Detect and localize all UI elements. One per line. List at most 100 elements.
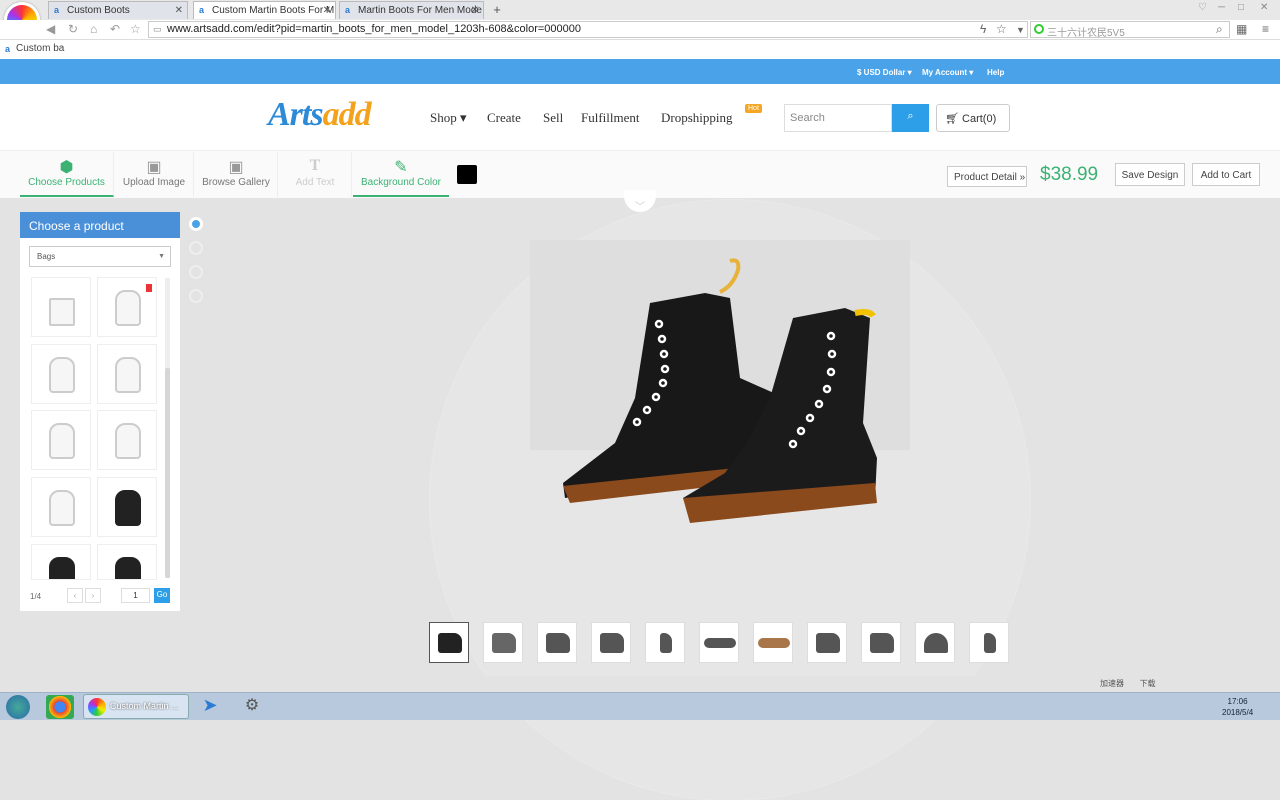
tab-custom-boots[interactable]: a Custom Boots ✕ xyxy=(48,1,188,19)
minimize-icon[interactable]: ─ xyxy=(1218,2,1225,13)
refresh-icon[interactable]: ↻ xyxy=(68,22,78,36)
nav-create[interactable]: Create xyxy=(487,110,521,126)
search-icon: ⌕ xyxy=(907,110,914,122)
undo-icon[interactable]: ↶ xyxy=(110,22,120,36)
currency-selector[interactable]: $ USD Dollar ▾ xyxy=(857,68,912,77)
page-indicator: 1/4 xyxy=(30,592,42,601)
nav-fulfillment[interactable]: Fulfillment xyxy=(581,110,640,126)
tote-bag-icon xyxy=(49,298,75,326)
bookmark-star-icon[interactable]: ☆ xyxy=(996,22,1007,36)
maximize-icon[interactable]: □ xyxy=(1238,2,1244,13)
boot-view-icon xyxy=(492,633,516,653)
help-link[interactable]: Help xyxy=(987,68,1004,77)
save-design-button[interactable]: Save Design xyxy=(1115,163,1185,186)
page-number-input[interactable]: 1 xyxy=(121,588,150,603)
apps-icon[interactable]: ▦ xyxy=(1236,22,1247,36)
tool-choose-products[interactable]: ⬢ Choose Products xyxy=(20,152,114,197)
url-bar[interactable]: ▭ www.artsadd.com/edit?pid=martin_boots_f… xyxy=(148,21,1028,38)
back-icon[interactable]: ◀ xyxy=(46,22,55,36)
view-thumb-3[interactable] xyxy=(537,622,577,663)
start-button-icon[interactable] xyxy=(6,695,30,719)
product-thumb-backpack-5[interactable] xyxy=(97,410,157,470)
add-to-cart-button[interactable]: Add to Cart xyxy=(1192,163,1260,186)
favorite-icon[interactable]: ☆ xyxy=(130,22,141,36)
panel-scrollbar[interactable] xyxy=(165,278,170,578)
prev-page-button[interactable]: ‹ xyxy=(67,588,83,603)
close-window-icon[interactable]: ✕ xyxy=(1260,2,1268,13)
go-button[interactable]: Go xyxy=(154,588,170,603)
send-taskbar-icon[interactable]: ➤ xyxy=(196,695,224,719)
tool-browse-gallery[interactable]: ▣ Browse Gallery xyxy=(195,152,278,197)
close-tab-icon[interactable]: ✕ xyxy=(323,5,331,16)
bookmark-item[interactable]: Custom ba xyxy=(16,43,64,54)
cart-button[interactable]: 🛒︎ Cart(0) xyxy=(936,104,1010,132)
accelerator-label[interactable]: 加速器 xyxy=(1100,679,1124,688)
close-tab-icon[interactable]: ✕ xyxy=(471,5,479,16)
product-thumb-backpack-7[interactable] xyxy=(97,477,157,537)
view-thumb-2[interactable] xyxy=(483,622,523,663)
view-thumb-4[interactable] xyxy=(591,622,631,663)
view-thumb-8[interactable] xyxy=(807,622,847,663)
product-thumb-backpack-4[interactable] xyxy=(31,410,91,470)
menu-icon[interactable]: ≡ xyxy=(1262,22,1269,36)
canvas-bottom-mask xyxy=(0,676,1280,692)
view-thumb-7[interactable] xyxy=(753,622,793,663)
scrollbar-thumb[interactable] xyxy=(165,368,170,578)
download-label[interactable]: 下载 xyxy=(1140,679,1156,688)
view-dot-2[interactable] xyxy=(189,241,203,255)
product-detail-button[interactable]: Product Detail » xyxy=(947,166,1027,187)
new-tab-button[interactable]: + xyxy=(487,2,507,18)
backpack-icon xyxy=(49,357,75,393)
browser-status-bar: 加速器 下载 xyxy=(1100,678,1156,689)
view-thumb-5[interactable] xyxy=(645,622,685,663)
color-swatch[interactable] xyxy=(457,165,477,184)
backpack-icon xyxy=(49,423,75,459)
nav-dropshipping[interactable]: Dropshipping xyxy=(661,110,733,126)
product-thumb-backpack-8[interactable] xyxy=(31,544,91,580)
close-tab-icon[interactable]: ✕ xyxy=(175,5,183,16)
new-badge-icon xyxy=(146,284,152,292)
search-icon[interactable]: ⌕ xyxy=(1216,22,1223,37)
tool-upload-image[interactable]: ▣ Upload Image xyxy=(115,152,194,197)
nav-shop[interactable]: Shop ▾ xyxy=(430,110,467,126)
nav-sell[interactable]: Sell xyxy=(543,110,563,126)
product-thumb-backpack-3[interactable] xyxy=(97,344,157,404)
product-thumb-backpack-6[interactable] xyxy=(31,477,91,537)
product-thumb-tote[interactable] xyxy=(31,277,91,337)
backpack-icon xyxy=(115,490,141,526)
view-thumb-10[interactable] xyxy=(915,622,955,663)
artsadd-logo[interactable]: Artsadd xyxy=(268,96,372,134)
next-page-button[interactable]: › xyxy=(85,588,101,603)
product-boots-image[interactable] xyxy=(555,258,885,528)
tab-martin-boots-men[interactable]: a Martin Boots For Men Mode ✕ xyxy=(339,1,484,19)
view-dot-3[interactable] xyxy=(189,265,203,279)
view-thumb-11[interactable] xyxy=(969,622,1009,663)
tab-custom-martin-boots[interactable]: a Custom Martin Boots For M ✕ xyxy=(193,1,336,19)
browser-search-input[interactable]: 三十六计农民5V5 xyxy=(1030,21,1230,39)
view-thumb-6[interactable] xyxy=(699,622,739,663)
chrome-taskbar-icon[interactable] xyxy=(46,695,74,719)
dropdown-icon[interactable]: ▼ xyxy=(1016,25,1025,35)
product-thumb-backpack-2[interactable] xyxy=(31,344,91,404)
search-placeholder: 三十六计农民5V5 xyxy=(1047,28,1125,39)
tool-background-color[interactable]: ✎ Background Color xyxy=(353,152,449,197)
site-search-input[interactable]: Search xyxy=(784,104,892,132)
taskbar-active-window[interactable]: Custom Martin ... xyxy=(83,694,189,719)
view-dot-1[interactable] xyxy=(189,217,203,231)
cart-label: Cart(0) xyxy=(962,113,997,125)
product-thumb-backpack-1[interactable] xyxy=(97,277,157,337)
product-thumb-backpack-9[interactable] xyxy=(97,544,157,580)
category-select[interactable]: Bags ▼ xyxy=(29,246,171,267)
clock-time: 17:06 xyxy=(1227,697,1248,706)
home-icon[interactable]: ⌂ xyxy=(90,22,97,36)
view-thumb-1[interactable] xyxy=(429,622,469,663)
site-search-button[interactable]: ⌕ xyxy=(892,104,929,132)
lightning-icon[interactable]: ϟ xyxy=(980,22,986,36)
view-thumb-9[interactable] xyxy=(861,622,901,663)
system-clock[interactable]: 17:06 2018/5/4 xyxy=(1222,696,1253,718)
tool-add-text[interactable]: T Add Text xyxy=(279,152,352,197)
view-dot-4[interactable] xyxy=(189,289,203,303)
recorder-taskbar-icon[interactable]: ⚙ xyxy=(238,695,266,719)
my-account-menu[interactable]: My Account ▾ xyxy=(922,68,973,77)
menu-icon[interactable]: ♡ xyxy=(1198,2,1207,13)
